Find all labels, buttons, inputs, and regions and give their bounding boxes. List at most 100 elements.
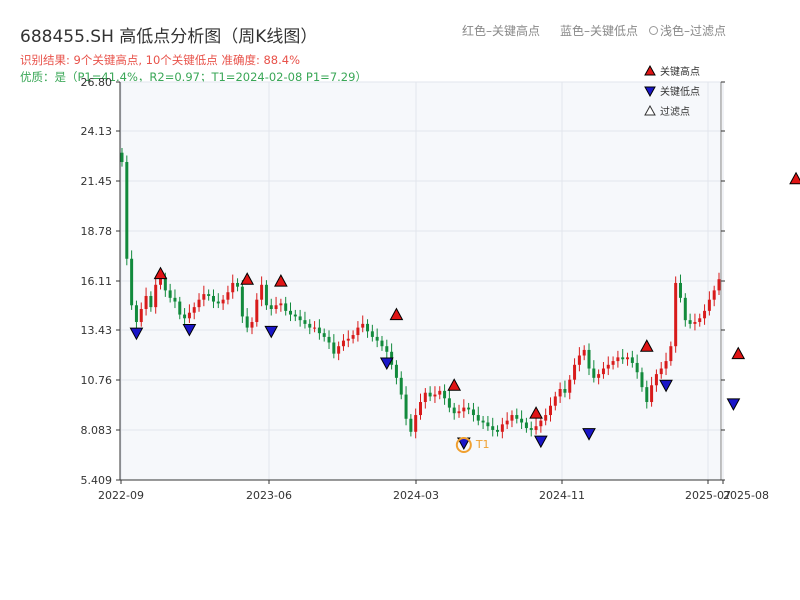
candle-body (370, 331, 374, 337)
candle-body (419, 402, 422, 416)
candle-body (356, 327, 360, 336)
candle-body (236, 282, 240, 287)
candle-body (491, 426, 495, 430)
candle-body (481, 420, 485, 423)
candle-body (606, 364, 610, 369)
candle-body (279, 303, 283, 306)
candle-body (134, 305, 138, 323)
candle-body (327, 336, 331, 343)
candle-body (433, 394, 437, 397)
candle-body (183, 314, 187, 319)
candle-body (669, 346, 673, 362)
candle-body (505, 420, 509, 425)
candle-body (544, 415, 548, 421)
candle-body (120, 152, 124, 163)
x-tick-label: 2024-03 (393, 489, 439, 502)
candlestick-chart: T1 5.409 8.083 10.76 13.43 16.11 18.78 21.45 24… (81, 64, 800, 502)
x-tick-label: 2025-08 (723, 489, 769, 502)
candle-body (650, 385, 654, 403)
candle-body (380, 340, 384, 347)
candle-body (366, 323, 370, 332)
candle-body (337, 346, 341, 354)
candle-body (361, 323, 365, 328)
candle-body (221, 299, 225, 304)
candle-body (226, 292, 230, 300)
candle-body (125, 162, 129, 259)
legend-label: 关键低点 (660, 85, 700, 98)
candle-body (139, 308, 143, 323)
y-tick-label: 10.76 (81, 374, 113, 387)
legend-label: 关键高点 (660, 65, 700, 78)
candle-body (298, 316, 302, 321)
candle-body (577, 355, 581, 365)
t1-label: T1 (475, 438, 490, 451)
candle-body (149, 295, 153, 308)
candle-body (524, 422, 528, 429)
candle-body (394, 364, 398, 378)
candle-body (529, 428, 533, 430)
legend-label: 过滤点 (660, 105, 690, 118)
candle-body (640, 372, 644, 388)
candle-body (308, 323, 312, 328)
candle-body (207, 294, 211, 296)
candle-body (707, 299, 711, 311)
candle-body (438, 390, 442, 395)
candle-body (587, 349, 591, 369)
candle-body (539, 420, 543, 427)
candle-body (621, 357, 625, 360)
candle-body (664, 361, 668, 369)
candle-body (447, 398, 451, 408)
candle-body (471, 409, 475, 416)
candle-body (597, 374, 601, 378)
candle-body (332, 342, 336, 354)
candle-body (260, 284, 264, 300)
candle-body (515, 415, 519, 419)
candle-body (130, 258, 134, 306)
candle-body (520, 418, 524, 423)
y-tick-label: 8.083 (81, 424, 113, 437)
candle-body (683, 297, 687, 321)
candle-body (452, 407, 456, 414)
candle-body (293, 314, 297, 317)
x-tick-label: 2023-06 (246, 489, 292, 502)
candle-body (211, 295, 215, 302)
candle-body (274, 305, 278, 309)
candle-body (216, 301, 220, 304)
candle-body (534, 426, 538, 430)
candle-body (414, 415, 418, 432)
candle-body (553, 396, 557, 406)
y-tick-label: 13.43 (81, 324, 113, 337)
candle-body (173, 297, 177, 302)
candle-body (284, 303, 288, 311)
candle-body (611, 361, 615, 365)
candle-body (601, 368, 605, 375)
y-tick-label: 24.13 (81, 125, 113, 138)
candle-body (712, 290, 716, 300)
candle-body (231, 282, 235, 293)
candle-body (313, 327, 317, 329)
candle-body (486, 422, 490, 427)
candle-body (317, 327, 321, 334)
candle-body (496, 429, 500, 432)
candle-body (399, 377, 403, 395)
candle-body (573, 364, 577, 380)
candle-body (688, 320, 692, 324)
candle-body (351, 335, 355, 339)
candle-body (645, 387, 649, 403)
x-tick-label: 2022-09 (98, 489, 144, 502)
candle-body (443, 390, 447, 399)
candle-body (457, 411, 461, 414)
candle-body (154, 284, 158, 308)
candle-body (659, 368, 663, 375)
candle-body (163, 277, 167, 291)
candle-body (269, 305, 273, 309)
candle-body (197, 299, 201, 308)
candle-body (510, 415, 514, 421)
candle-body (144, 295, 148, 309)
candle-body (698, 318, 702, 323)
candle-body (476, 415, 480, 421)
candle-body (385, 346, 389, 352)
candle-body (264, 284, 268, 306)
high-marker (731, 346, 746, 360)
candle-body (240, 286, 244, 317)
